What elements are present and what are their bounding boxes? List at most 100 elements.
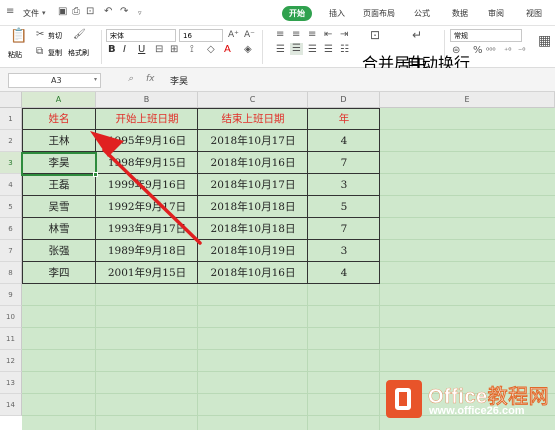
shrink-font-icon[interactable]: A⁻ xyxy=(244,29,255,41)
table-cell[interactable]: 2018年10月16日 xyxy=(198,262,308,284)
row-header-7[interactable]: 7 xyxy=(0,240,22,262)
hamburger-menu-icon[interactable]: ≡ xyxy=(6,6,14,17)
row-header-1[interactable]: 1 xyxy=(0,108,22,130)
align-right-icon[interactable]: ☰ xyxy=(308,44,317,56)
table-cell[interactable]: 4 xyxy=(308,130,380,152)
row-header-11[interactable]: 11 xyxy=(0,328,22,350)
align-middle-icon[interactable]: ≡ xyxy=(292,29,300,41)
decrease-indent-icon[interactable]: ⇤ xyxy=(324,29,332,41)
fill-color-icon[interactable]: ⟟ xyxy=(190,44,194,56)
increase-indent-icon[interactable]: ⇥ xyxy=(340,29,348,41)
row-header-14[interactable]: 14 xyxy=(0,394,22,416)
table-cell[interactable]: 1999年9月16日 xyxy=(96,174,198,196)
number-format-select[interactable]: 常规 xyxy=(450,29,522,42)
table-header-cell[interactable]: 姓名 xyxy=(22,108,96,130)
table-header-cell[interactable]: 年 xyxy=(308,108,380,130)
row-header-2[interactable]: 2 xyxy=(0,130,22,152)
table-cell[interactable]: 2018年10月18日 xyxy=(198,218,308,240)
cut-icon[interactable]: ✂ xyxy=(36,29,44,41)
table-cell[interactable]: 2018年10月19日 xyxy=(198,240,308,262)
table-cell[interactable]: 7 xyxy=(308,218,380,240)
row-header-3[interactable]: 3 xyxy=(0,152,22,174)
cut-button[interactable]: 剪切 xyxy=(48,31,62,41)
decrease-decimal-icon[interactable]: ⁻⁰ xyxy=(518,45,525,57)
table-cell[interactable]: 林雪 xyxy=(22,218,96,240)
tab-page-layout[interactable]: 页面布局 xyxy=(363,8,395,19)
justify-icon[interactable]: ☰ xyxy=(324,44,333,56)
row-header-5[interactable]: 5 xyxy=(0,196,22,218)
align-center-icon[interactable]: ☰ xyxy=(290,43,303,55)
percent-icon[interactable]: % xyxy=(473,45,483,57)
fill-handle[interactable] xyxy=(93,172,98,177)
print-preview-icon[interactable]: ⊡ xyxy=(86,6,94,17)
table-cell[interactable]: 李四 xyxy=(22,262,96,284)
row-header-8[interactable]: 8 xyxy=(0,262,22,284)
table-cell[interactable]: 1995年9月16日 xyxy=(96,130,198,152)
print-icon[interactable]: ⎙ xyxy=(72,6,80,17)
tab-insert[interactable]: 插入 xyxy=(329,8,345,19)
file-menu[interactable]: 文件 xyxy=(23,8,39,19)
row-header-13[interactable]: 13 xyxy=(0,372,22,394)
table-header-cell[interactable]: 开始上班日期 xyxy=(96,108,198,130)
column-header-b[interactable]: B xyxy=(96,92,198,108)
copy-icon[interactable]: ⧉ xyxy=(36,46,43,58)
table-cell[interactable]: 2018年10月17日 xyxy=(198,174,308,196)
font-size-select[interactable]: 16 xyxy=(179,29,223,42)
table-cell[interactable]: 王磊 xyxy=(22,174,96,196)
copy-button[interactable]: 复制 xyxy=(48,48,62,58)
name-box[interactable]: A3 xyxy=(8,73,101,88)
tab-data[interactable]: 数据 xyxy=(452,8,468,19)
conditional-format-icon[interactable]: ▦ xyxy=(538,34,551,48)
undo-icon[interactable]: ↶ xyxy=(104,6,112,17)
active-cell-selection[interactable] xyxy=(21,152,97,176)
redo-icon[interactable]: ↷ xyxy=(120,6,128,17)
select-all-corner[interactable] xyxy=(0,92,22,108)
tab-formulas[interactable]: 公式 xyxy=(414,8,430,19)
distributed-align-icon[interactable]: ☷ xyxy=(340,44,349,56)
table-cell[interactable]: 张强 xyxy=(22,240,96,262)
row-header-4[interactable]: 4 xyxy=(0,174,22,196)
table-cell[interactable]: 2018年10月16日 xyxy=(198,152,308,174)
font-color-icon[interactable]: A xyxy=(224,44,231,56)
border-icon[interactable]: ⊞ xyxy=(170,44,178,56)
grow-font-icon[interactable]: A⁺ xyxy=(228,29,239,41)
paint-bucket-icon[interactable]: ◇ xyxy=(207,44,215,56)
more-options-icon[interactable]: ▿ xyxy=(138,9,142,17)
row-header-9[interactable]: 9 xyxy=(0,284,22,306)
tab-home[interactable]: 开始 xyxy=(282,6,312,21)
chevron-down-icon[interactable]: ▾ xyxy=(42,9,46,17)
wrap-text-icon[interactable]: ↵ xyxy=(412,29,422,41)
format-painter-button[interactable]: 格式刷 xyxy=(68,48,89,58)
align-top-icon[interactable]: ≡ xyxy=(276,29,284,41)
column-header-c[interactable]: C xyxy=(198,92,308,108)
align-left-icon[interactable]: ☰ xyxy=(276,44,285,56)
table-cell[interactable]: 4 xyxy=(308,262,380,284)
currency-icon[interactable]: ⊜ xyxy=(452,45,460,57)
bold-button[interactable]: B xyxy=(108,44,116,55)
merge-center-icon[interactable]: ⊡ xyxy=(370,29,380,41)
column-header-a[interactable]: A xyxy=(22,92,96,108)
font-name-select[interactable]: 宋体 xyxy=(106,29,176,42)
table-cell[interactable]: 1989年9月18日 xyxy=(96,240,198,262)
column-header-e[interactable]: E xyxy=(380,92,555,108)
column-header-d[interactable]: D xyxy=(308,92,380,108)
paste-button[interactable]: 粘贴 xyxy=(8,50,22,60)
underline-button[interactable]: U xyxy=(138,44,145,55)
name-box-chevron-icon[interactable]: ▾ xyxy=(94,76,97,83)
table-cell[interactable]: 3 xyxy=(308,174,380,196)
format-painter-icon[interactable]: 🖌 xyxy=(73,29,86,41)
table-cell[interactable]: 吴雪 xyxy=(22,196,96,218)
table-cell[interactable]: 3 xyxy=(308,240,380,262)
row-header-6[interactable]: 6 xyxy=(0,218,22,240)
table-cell[interactable]: 王林 xyxy=(22,130,96,152)
table-cell[interactable]: 1992年9月17日 xyxy=(96,196,198,218)
table-header-cell[interactable]: 结束上班日期 xyxy=(198,108,308,130)
increase-decimal-icon[interactable]: ⁺⁰ xyxy=(504,45,511,57)
italic-button[interactable]: I xyxy=(123,44,126,55)
table-cell[interactable]: 1998年9月15日 xyxy=(96,152,198,174)
strikethrough-icon[interactable]: ⊟ xyxy=(155,44,163,56)
table-cell[interactable]: 5 xyxy=(308,196,380,218)
paste-icon[interactable]: 📋 xyxy=(10,29,27,43)
clear-format-icon[interactable]: ◈ xyxy=(244,44,252,56)
fx-icon[interactable]: fx xyxy=(146,74,155,84)
